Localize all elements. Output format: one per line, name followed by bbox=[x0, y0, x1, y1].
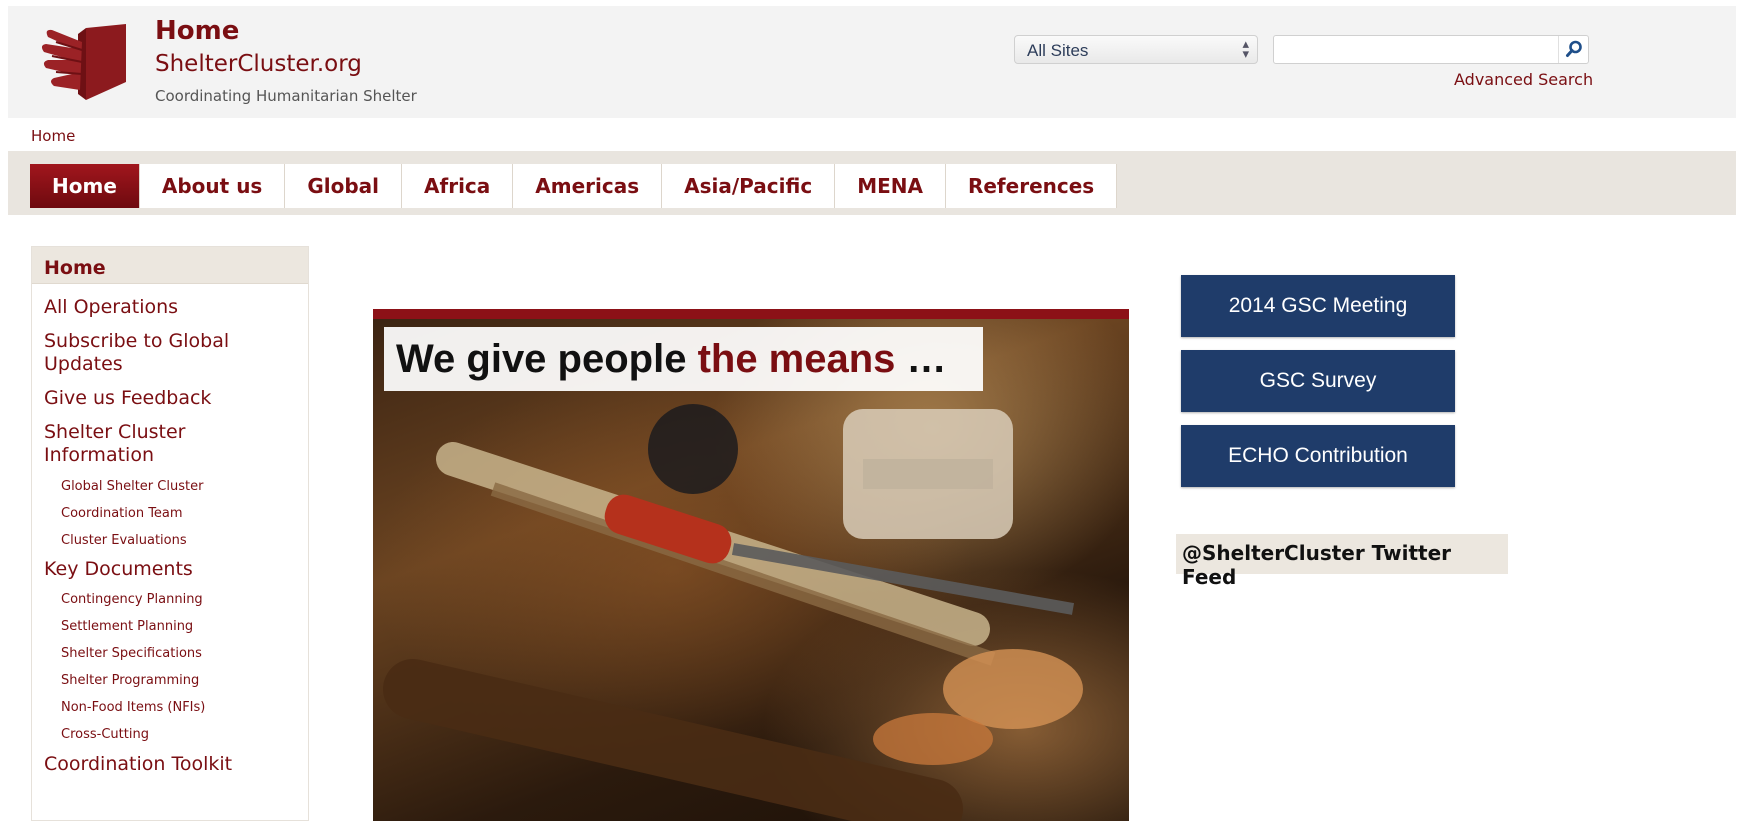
sidebar-subitem-global-shelter-cluster[interactable]: Global Shelter Cluster bbox=[32, 479, 308, 494]
breadcrumb[interactable]: Home bbox=[31, 127, 75, 145]
nav-africa[interactable]: Africa bbox=[402, 164, 514, 208]
echo-contribution-button[interactable]: ECHO Contribution bbox=[1181, 425, 1455, 487]
nav-mena[interactable]: MENA bbox=[835, 164, 946, 208]
sidebar-subitem-nfis[interactable]: Non-Food Items (NFIs) bbox=[32, 700, 308, 715]
nav-americas[interactable]: Americas bbox=[513, 164, 663, 208]
page-title: Home bbox=[155, 16, 240, 46]
nav-home[interactable]: Home bbox=[30, 164, 140, 208]
nav-asia-pacific[interactable]: Asia/Pacific bbox=[662, 164, 836, 208]
nav-list: Home About us Global Africa Americas Asi… bbox=[30, 164, 1118, 208]
nav-about-us[interactable]: About us bbox=[139, 164, 286, 208]
site-scope-select[interactable]: All Sites ▴ ▾ bbox=[1014, 35, 1258, 64]
hero-caption-text: We give people the means … bbox=[396, 337, 947, 382]
site-name-link[interactable]: ShelterCluster.org bbox=[155, 51, 362, 77]
sidebar-item-feedback[interactable]: Give us Feedback bbox=[32, 387, 308, 410]
sidebar: Home All Operations Subscribe to Global … bbox=[31, 246, 309, 821]
sidebar-item-shelter-cluster-info[interactable]: Shelter Cluster Information bbox=[32, 421, 232, 467]
gsc-meeting-button[interactable]: 2014 GSC Meeting bbox=[1181, 275, 1455, 337]
hero-caption-start: We give people bbox=[396, 337, 698, 381]
main-nav: Home About us Global Africa Americas Asi… bbox=[8, 151, 1736, 215]
updown-arrows-icon: ▴ ▾ bbox=[1242, 37, 1249, 62]
sidebar-subitem-cluster-evaluations[interactable]: Cluster Evaluations bbox=[32, 533, 308, 548]
site-header: Home ShelterCluster.org Coordinating Hum… bbox=[8, 6, 1736, 118]
sidebar-heading[interactable]: Home bbox=[32, 247, 308, 284]
sidebar-subitem-settlement-planning[interactable]: Settlement Planning bbox=[32, 619, 308, 634]
hero-caption: We give people the means … bbox=[384, 327, 983, 391]
sidebar-item-key-documents[interactable]: Key Documents bbox=[32, 558, 308, 581]
search-box bbox=[1273, 35, 1589, 64]
hero-caption-highlight: the means bbox=[697, 337, 896, 381]
twitter-feed-heading: @ShelterCluster Twitter Feed bbox=[1176, 534, 1508, 589]
sidebar-subitem-shelter-specifications[interactable]: Shelter Specifications bbox=[32, 646, 308, 661]
site-scope-value: All Sites bbox=[1027, 41, 1089, 60]
gsc-survey-button[interactable]: GSC Survey bbox=[1181, 350, 1455, 412]
sidebar-subitem-contingency-planning[interactable]: Contingency Planning bbox=[32, 592, 308, 607]
hero-image-tools: We give people the means … bbox=[373, 309, 1129, 821]
advanced-search-link[interactable]: Advanced Search bbox=[1454, 70, 1593, 89]
site-tagline: Coordinating Humanitarian Shelter bbox=[155, 87, 417, 105]
search-button[interactable] bbox=[1558, 36, 1588, 63]
sidebar-item-coordination-toolkit[interactable]: Coordination Toolkit bbox=[32, 753, 308, 776]
nav-global[interactable]: Global bbox=[285, 164, 403, 208]
sidebar-subitem-coordination-team[interactable]: Coordination Team bbox=[32, 506, 308, 521]
sidebar-item-subscribe[interactable]: Subscribe to Global Updates bbox=[32, 330, 262, 376]
nav-references[interactable]: References bbox=[945, 164, 1118, 208]
search-icon bbox=[1566, 40, 1582, 57]
sidebar-item-all-operations[interactable]: All Operations bbox=[32, 296, 308, 319]
hero-caption-end: … bbox=[895, 337, 947, 381]
sidebar-subitem-cross-cutting[interactable]: Cross-Cutting bbox=[32, 727, 308, 742]
search-input[interactable] bbox=[1274, 36, 1558, 63]
shelter-hands-logo[interactable] bbox=[38, 20, 138, 104]
sidebar-subitem-shelter-programming[interactable]: Shelter Programming bbox=[32, 673, 308, 688]
